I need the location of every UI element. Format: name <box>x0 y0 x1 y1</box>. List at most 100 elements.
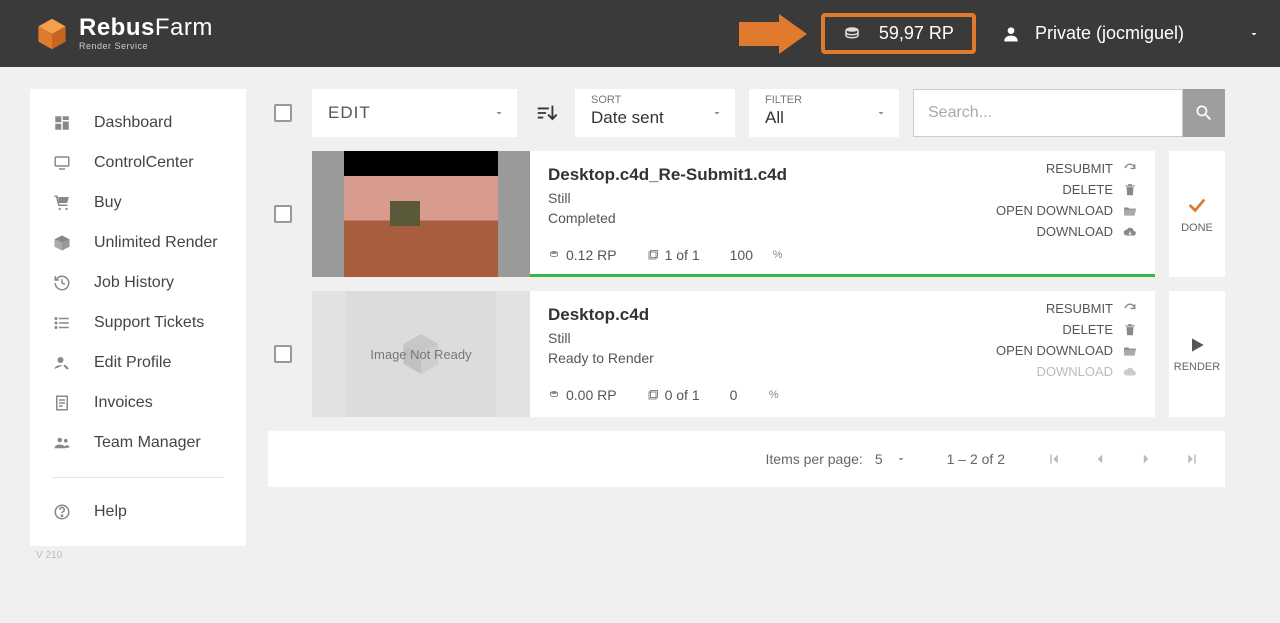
sidebar-item-jobhistory[interactable]: Job History <box>30 263 246 303</box>
app-header: RebusFarm Render Service 59,97 RP Privat… <box>0 0 1280 67</box>
app-version: V 210 <box>30 546 246 565</box>
job-cost: 0.00 RP <box>548 387 617 403</box>
progress-bar <box>530 274 1155 277</box>
job-type: Still <box>548 329 927 349</box>
sidebar-item-label: ControlCenter <box>94 154 194 172</box>
chevron-down-icon <box>711 107 723 119</box>
download-button: DOWNLOAD <box>1036 364 1139 379</box>
delete-button[interactable]: DELETE <box>1062 182 1139 197</box>
edit-dropdown[interactable]: EDIT <box>312 89 517 137</box>
main-panel: EDIT SORT Date sent FILTER All <box>268 89 1225 565</box>
job-type: Still <box>548 189 927 209</box>
job-thumbnail[interactable] <box>312 151 530 277</box>
sidebar-item-label: Edit Profile <box>94 354 171 372</box>
coins-icon <box>843 25 861 43</box>
resubmit-button[interactable]: RESUBMIT <box>1046 161 1139 176</box>
folder-open-icon <box>1123 344 1139 358</box>
user-edit-icon <box>52 354 72 372</box>
highlight-arrow-icon <box>736 11 811 56</box>
sidebar-item-invoices[interactable]: Invoices <box>30 383 246 423</box>
sidebar-item-label: Team Manager <box>94 434 201 452</box>
perpage-label: Items per page: <box>766 451 863 467</box>
sidebar-item-label: Buy <box>94 194 122 212</box>
job-frames: 1 of 1 <box>647 247 700 263</box>
open-download-button[interactable]: OPEN DOWNLOAD <box>996 343 1139 358</box>
search-box <box>913 89 1225 137</box>
user-icon <box>1001 24 1021 44</box>
sidebar-item-label: Job History <box>94 274 174 292</box>
sidebar-nav: Dashboard ControlCenter Buy Unlimited Re… <box>30 89 246 546</box>
side-label: DONE <box>1181 222 1213 234</box>
job-thumbnail[interactable]: Image Not Ready <box>312 291 530 417</box>
job-side-action-done[interactable]: DONE <box>1169 151 1225 277</box>
job-actions: RESUBMIT DELETE OPEN DOWNLOAD DOWNLOAD <box>945 151 1155 277</box>
sidebar-item-dashboard[interactable]: Dashboard <box>30 103 246 143</box>
job-row: Image Not Ready Desktop.c4d Still Ready … <box>268 291 1225 417</box>
last-page-button[interactable] <box>1183 450 1201 468</box>
logo-cube-icon <box>35 17 69 51</box>
trash-icon <box>1123 323 1139 337</box>
job-status: Ready to Render <box>548 349 927 369</box>
sidebar-item-buy[interactable]: Buy <box>30 183 246 223</box>
sidebar-item-unlimited[interactable]: Unlimited Render <box>30 223 246 263</box>
sidebar-item-label: Help <box>94 503 127 521</box>
sidebar-item-controlcenter[interactable]: ControlCenter <box>30 143 246 183</box>
search-button[interactable] <box>1183 89 1225 137</box>
sort-dropdown[interactable]: SORT Date sent <box>575 89 735 137</box>
open-download-button[interactable]: OPEN DOWNLOAD <box>996 203 1139 218</box>
cloud-download-icon <box>1123 365 1139 379</box>
job-percent: 100 % <box>730 247 783 263</box>
job-title: Desktop.c4d_Re-Submit1.c4d <box>548 165 927 185</box>
edit-label: EDIT <box>328 103 371 123</box>
monitor-icon <box>52 154 72 172</box>
job-side-action-render[interactable]: RENDER <box>1169 291 1225 417</box>
history-icon <box>52 274 72 292</box>
sort-value: Date sent <box>591 108 664 128</box>
brand-logo[interactable]: RebusFarm Render Service <box>35 16 213 51</box>
job-card: Image Not Ready Desktop.c4d Still Ready … <box>312 291 1155 417</box>
sidebar-item-label: Invoices <box>94 394 153 412</box>
refresh-icon <box>1123 302 1139 316</box>
sort-direction-icon[interactable] <box>531 89 561 137</box>
first-page-button[interactable] <box>1045 450 1063 468</box>
sidebar-item-help[interactable]: Help <box>30 492 246 532</box>
sidebar-item-team[interactable]: Team Manager <box>30 423 246 463</box>
balance-display[interactable]: 59,97 RP <box>821 13 976 54</box>
folder-open-icon <box>1123 204 1139 218</box>
chevron-down-icon <box>493 107 505 119</box>
job-card: Desktop.c4d_Re-Submit1.c4d Still Complet… <box>312 151 1155 277</box>
search-input[interactable] <box>913 89 1183 137</box>
sidebar-item-label: Support Tickets <box>94 314 204 332</box>
trash-icon <box>1123 183 1139 197</box>
job-checkbox[interactable] <box>274 205 292 223</box>
document-icon <box>52 394 72 412</box>
perpage-value: 5 <box>875 451 883 467</box>
job-percent: 0 % <box>730 387 779 403</box>
thumb-placeholder-text: Image Not Ready <box>370 347 471 362</box>
next-page-button[interactable] <box>1137 450 1155 468</box>
job-checkbox[interactable] <box>274 345 292 363</box>
sidebar-item-support[interactable]: Support Tickets <box>30 303 246 343</box>
filter-dropdown[interactable]: FILTER All <box>749 89 899 137</box>
sidebar-item-editprofile[interactable]: Edit Profile <box>30 343 246 383</box>
job-row: Desktop.c4d_Re-Submit1.c4d Still Complet… <box>268 151 1225 277</box>
select-all-checkbox[interactable] <box>274 104 292 122</box>
chevron-down-icon <box>1248 28 1260 40</box>
prev-page-button[interactable] <box>1091 450 1109 468</box>
list-icon <box>52 314 72 332</box>
sort-caption: SORT <box>591 94 621 106</box>
brand-text: RebusFarm Render Service <box>79 16 213 51</box>
side-label: RENDER <box>1174 361 1220 373</box>
user-label: Private (jocmiguel) <box>1035 23 1184 44</box>
items-per-page[interactable]: Items per page: 5 <box>766 451 907 467</box>
refresh-icon <box>1123 162 1139 176</box>
team-icon <box>52 434 72 452</box>
balance-value: 59,97 RP <box>879 23 954 44</box>
chevron-down-icon <box>895 453 907 465</box>
sidebar-item-label: Dashboard <box>94 114 172 132</box>
download-button[interactable]: DOWNLOAD <box>1036 224 1139 239</box>
resubmit-button[interactable]: RESUBMIT <box>1046 301 1139 316</box>
delete-button[interactable]: DELETE <box>1062 322 1139 337</box>
user-menu[interactable]: Private (jocmiguel) <box>1001 23 1260 44</box>
divider <box>52 477 224 478</box>
